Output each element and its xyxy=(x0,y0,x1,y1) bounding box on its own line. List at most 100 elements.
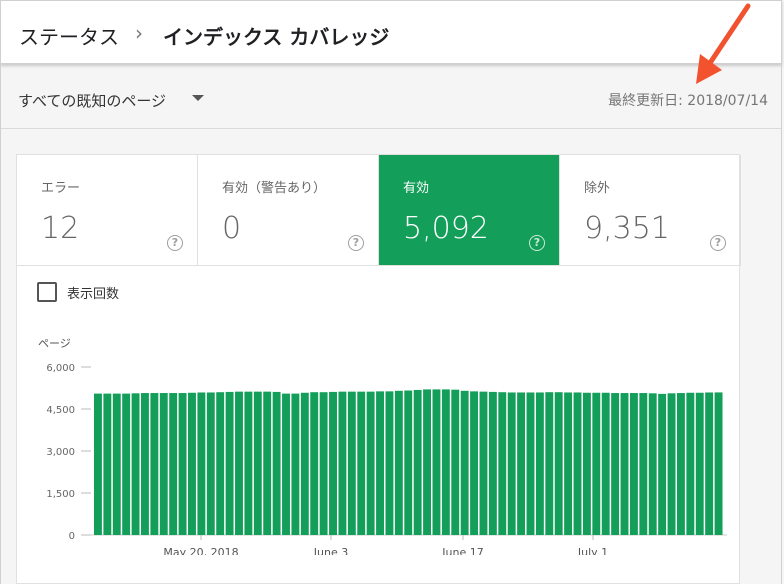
bar[interactable] xyxy=(658,393,667,535)
bar[interactable] xyxy=(554,392,563,535)
bar[interactable] xyxy=(272,391,281,535)
bar[interactable] xyxy=(282,393,290,535)
divider xyxy=(1,128,781,129)
page-title: インデックス カバレッジ xyxy=(163,25,390,49)
tile-label: 有効（警告あり） xyxy=(222,181,327,196)
breadcrumb-separator-icon: › xyxy=(135,21,143,45)
bar[interactable] xyxy=(535,392,544,535)
bar[interactable] xyxy=(545,392,554,535)
bar[interactable] xyxy=(216,392,225,535)
x-tick-label: June 3 xyxy=(313,546,348,555)
tile-valid-with-warning[interactable]: 有効（警告あり） 0 ? xyxy=(198,155,379,266)
bar[interactable] xyxy=(291,393,300,535)
bar[interactable] xyxy=(112,393,121,535)
bar[interactable] xyxy=(357,391,366,535)
bar[interactable] xyxy=(206,392,215,535)
bar[interactable] xyxy=(470,391,479,535)
tile-error[interactable]: エラー 12 ? xyxy=(17,155,198,266)
tile-label: 有効 xyxy=(403,181,430,196)
help-icon[interactable]: ? xyxy=(348,235,364,251)
bar[interactable] xyxy=(178,393,187,535)
bar[interactable] xyxy=(479,391,488,535)
bar[interactable] xyxy=(676,393,685,535)
top-bar: ステータス › インデックス カバレッジ xyxy=(0,0,782,64)
y-tick-label: 4,500 xyxy=(46,405,75,416)
bar[interactable] xyxy=(526,392,535,535)
bar[interactable] xyxy=(347,391,356,535)
bar[interactable] xyxy=(629,393,638,535)
help-icon[interactable]: ? xyxy=(529,235,545,251)
bar[interactable] xyxy=(329,391,337,535)
bar[interactable] xyxy=(498,392,507,535)
help-icon[interactable]: ? xyxy=(710,235,726,251)
bar[interactable] xyxy=(150,393,159,535)
dropdown-caret-icon[interactable] xyxy=(192,95,204,101)
bar[interactable] xyxy=(451,389,460,535)
bar[interactable] xyxy=(131,393,140,535)
y-tick-label: 0 xyxy=(69,531,75,542)
filter-dropdown[interactable]: すべての既知のページ xyxy=(18,90,166,111)
bar[interactable] xyxy=(686,392,695,535)
bar[interactable] xyxy=(564,392,573,535)
bar[interactable] xyxy=(423,389,432,535)
bar[interactable] xyxy=(103,393,112,535)
pages-bar-chart: ページ 6,000 4,500 3,000 1,500 0 May 20, 2018 June… xyxy=(38,337,727,555)
bar[interactable] xyxy=(432,389,441,535)
bar[interactable] xyxy=(507,392,516,535)
bar[interactable] xyxy=(94,393,102,535)
bar[interactable] xyxy=(244,391,253,535)
x-tick-label: June 17 xyxy=(441,546,483,555)
breadcrumb-status[interactable]: ステータス xyxy=(19,21,119,50)
bar[interactable] xyxy=(413,389,422,535)
y-tick-label: 1,500 xyxy=(46,489,75,500)
bar[interactable] xyxy=(582,392,591,535)
tile-valid[interactable]: 有効 5,092 ? xyxy=(379,155,560,266)
bar[interactable] xyxy=(197,392,206,535)
bar[interactable] xyxy=(695,392,704,535)
bar[interactable] xyxy=(488,391,497,535)
bar[interactable] xyxy=(705,392,714,535)
tile-excluded[interactable]: 除外 9,351 ? xyxy=(560,155,741,266)
bar[interactable] xyxy=(404,390,413,535)
bar[interactable] xyxy=(667,393,676,535)
x-tick-label: July 1 xyxy=(577,546,608,555)
y-axis-label: ページ xyxy=(38,337,71,350)
tile-label: 除外 xyxy=(584,181,611,196)
y-tick-label: 3,000 xyxy=(46,447,75,458)
bar[interactable] xyxy=(714,392,723,535)
impressions-checkbox[interactable] xyxy=(37,282,57,302)
bar[interactable] xyxy=(263,391,272,535)
bar[interactable] xyxy=(319,392,328,535)
bar[interactable] xyxy=(385,391,394,535)
bar[interactable] xyxy=(376,391,384,535)
bar[interactable] xyxy=(441,389,450,535)
bar[interactable] xyxy=(601,392,610,535)
annotation-arrow-icon xyxy=(696,3,751,84)
bar[interactable] xyxy=(611,393,620,535)
bar[interactable] xyxy=(159,393,168,535)
bar[interactable] xyxy=(188,392,196,535)
bar[interactable] xyxy=(300,392,309,535)
bar[interactable] xyxy=(573,392,582,535)
bar[interactable] xyxy=(517,392,526,535)
bar[interactable] xyxy=(620,393,629,535)
bar[interactable] xyxy=(141,393,149,535)
bar[interactable] xyxy=(235,391,243,535)
bar[interactable] xyxy=(169,393,178,535)
bar[interactable] xyxy=(338,391,347,535)
bar[interactable] xyxy=(366,391,375,535)
help-icon[interactable]: ? xyxy=(167,235,183,251)
tile-value: 0 xyxy=(222,211,242,246)
y-tick-label: 6,000 xyxy=(46,363,75,374)
bar[interactable] xyxy=(639,393,648,535)
last-updated: 最終更新日: 2018/07/14 xyxy=(608,93,768,109)
bar[interactable] xyxy=(592,392,601,535)
bar[interactable] xyxy=(310,392,319,535)
bar[interactable] xyxy=(648,393,657,535)
x-tick-label: May 20, 2018 xyxy=(163,546,238,555)
bar[interactable] xyxy=(460,390,469,535)
bar[interactable] xyxy=(122,393,131,535)
bar[interactable] xyxy=(253,391,262,535)
bar[interactable] xyxy=(225,391,234,535)
bar[interactable] xyxy=(394,390,403,535)
